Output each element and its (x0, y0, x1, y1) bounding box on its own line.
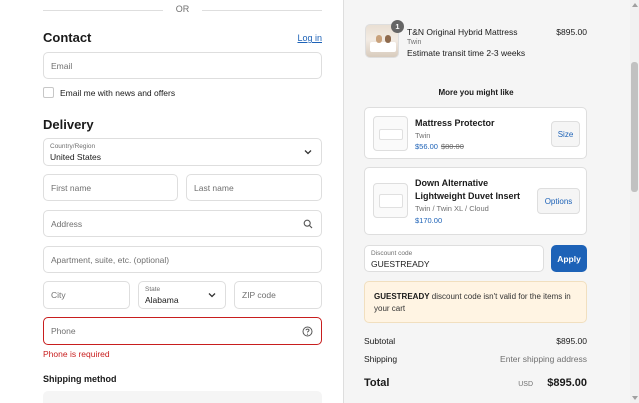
zip-placeholder: ZIP code (242, 290, 276, 300)
country-value: United States (50, 152, 102, 162)
phone-placeholder: Phone (51, 326, 76, 336)
recommendation-name-line2: Lightweight Duvet Insert (415, 191, 521, 201)
recommendation-variant: Twin (415, 131, 431, 140)
chevron-down-icon (304, 150, 312, 155)
product-image-person (376, 35, 382, 43)
or-divider-text: OR (175, 4, 190, 14)
recommendation-image (373, 116, 408, 151)
recommendation-image (373, 183, 408, 218)
shipping-method-placeholder (43, 391, 322, 403)
recommendations-title: More you might like (438, 88, 514, 97)
discount-label: Discount code (371, 250, 413, 257)
divider-line-right (202, 10, 322, 11)
city-placeholder: City (51, 290, 66, 300)
help-icon[interactable] (302, 326, 313, 337)
apply-button[interactable]: Apply (551, 245, 587, 272)
first-name-field[interactable]: First name (43, 174, 178, 201)
last-name-field[interactable]: Last name (186, 174, 322, 201)
newsletter-checkbox[interactable] (43, 87, 54, 98)
recommendation-name: Mattress Protector (415, 118, 495, 128)
shipping-value: Enter shipping address (500, 354, 587, 364)
phone-field[interactable]: Phone (43, 317, 322, 345)
contact-title: Contact (43, 30, 92, 45)
discount-code-field[interactable]: Discount code GUESTREADY (364, 245, 544, 272)
newsletter-label: Email me with news and offers (60, 88, 176, 98)
product-name: T&N Original Hybrid Mattress (407, 27, 518, 37)
notice-code: GUESTREADY (374, 292, 430, 301)
discount-value: GUESTREADY (371, 259, 430, 269)
recommendation-price: $56.00 (415, 142, 438, 151)
product-image-bed (370, 42, 396, 52)
recommendation-name-line1: Down Alternative (415, 178, 489, 188)
discount-error-notice: GUESTREADY discount code isn't valid for… (364, 281, 587, 323)
recommendation-price: $170.00 (415, 216, 443, 225)
checkout-form-panel: OR Contact Log in Email Email me with ne… (0, 0, 343, 403)
total-label: Total (364, 377, 390, 389)
country-select[interactable]: Country/Region United States (43, 138, 322, 166)
address-placeholder: Address (51, 219, 83, 229)
apartment-placeholder: Apartment, suite, etc. (optional) (51, 255, 170, 265)
phone-error-message: Phone is required (43, 349, 110, 359)
chevron-down-icon (208, 293, 216, 298)
apartment-field[interactable]: Apartment, suite, etc. (optional) (43, 246, 322, 273)
shipping-method-title: Shipping method (43, 374, 117, 384)
shipping-row: Shipping Enter shipping address (364, 354, 587, 364)
protector-pad-shape (379, 129, 403, 140)
city-field[interactable]: City (43, 281, 130, 309)
product-eta: Estimate transit time 2-3 weeks (407, 48, 526, 58)
recommendation-price-row: $56.00 $80.00 (415, 142, 464, 151)
quantity-badge: 1 (391, 20, 404, 33)
scroll-up-arrow-icon[interactable] (632, 3, 638, 7)
country-label: Country/Region (50, 143, 96, 150)
address-field[interactable]: Address (43, 210, 322, 237)
size-button[interactable]: Size (551, 121, 580, 147)
last-name-placeholder: Last name (194, 183, 234, 193)
product-variant: Twin (407, 39, 422, 46)
options-button[interactable]: Options (537, 188, 580, 214)
shipping-label: Shipping (364, 354, 398, 364)
scroll-down-arrow-icon[interactable] (632, 396, 638, 400)
or-divider: OR (43, 4, 322, 16)
page-scrollbar[interactable] (630, 0, 639, 403)
recommendation-card: Down Alternative Lightweight Duvet Inser… (364, 167, 587, 235)
product-image-person (385, 35, 391, 43)
currency-code: USD (518, 381, 533, 388)
subtotal-row: Subtotal $895.00 (364, 336, 587, 346)
login-link[interactable]: Log in (297, 33, 322, 43)
product-price: $895.00 (556, 27, 587, 37)
recommendation-compare-price: $80.00 (440, 142, 464, 151)
state-value: Alabama (145, 295, 179, 305)
zip-field[interactable]: ZIP code (234, 281, 322, 309)
scrollbar-thumb[interactable] (631, 62, 638, 192)
subtotal-label: Subtotal (364, 336, 396, 346)
email-field[interactable]: Email (43, 52, 322, 79)
state-label: State (145, 286, 161, 293)
duvet-shape (379, 194, 403, 208)
first-name-placeholder: First name (51, 183, 92, 193)
total-row: Total USD $895.00 (364, 377, 587, 389)
recommendation-card: Mattress Protector Twin $56.00 $80.00 Siz… (364, 107, 587, 159)
subtotal-value: $895.00 (556, 336, 587, 346)
recommendation-name: Down Alternative Lightweight Duvet Inser… (415, 177, 520, 203)
delivery-title: Delivery (43, 117, 94, 132)
total-value: $895.00 (547, 377, 587, 389)
email-placeholder: Email (51, 61, 73, 71)
search-icon (303, 219, 313, 229)
state-select[interactable]: State Alabama (138, 281, 226, 309)
recommendation-variant: Twin / Twin XL / Cloud (415, 204, 489, 213)
